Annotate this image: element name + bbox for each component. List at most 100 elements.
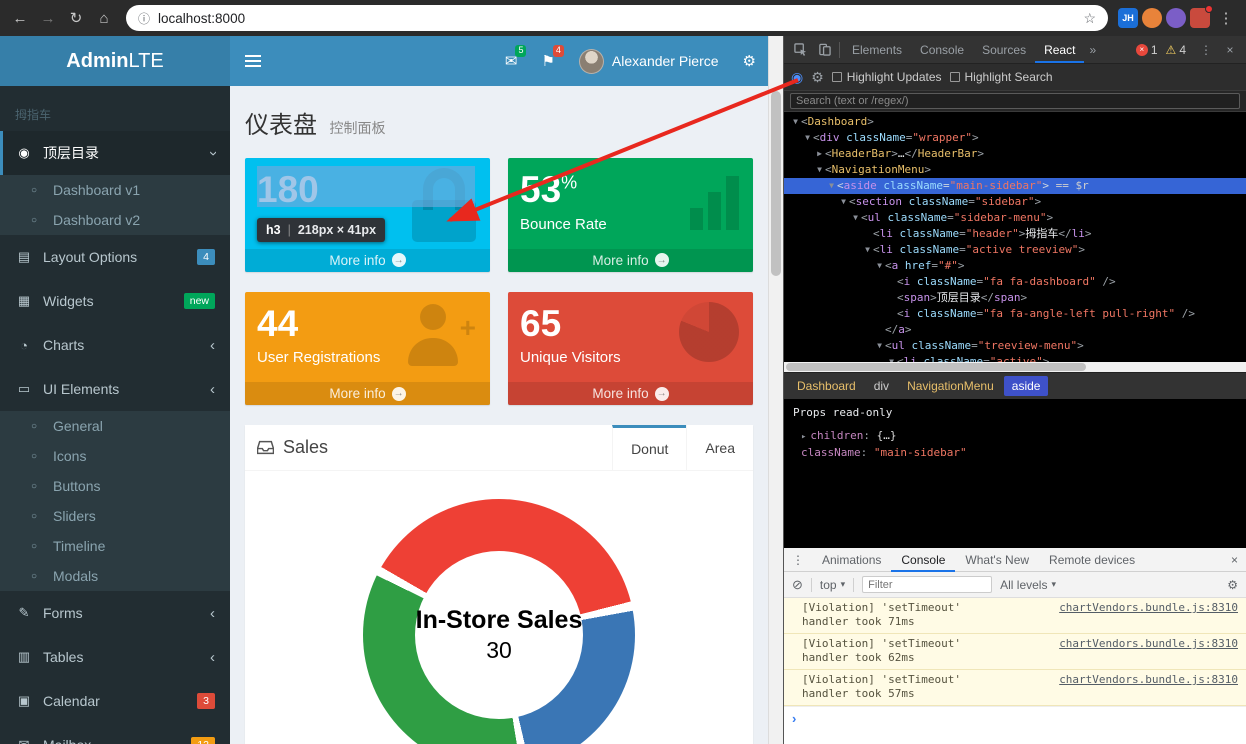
devtools-tab-elements[interactable]: Elements [843,36,911,63]
hscroll-thumb[interactable] [786,363,1086,371]
console-filter-input[interactable] [862,576,993,593]
console-tab-console[interactable]: Console [891,548,955,572]
console-prompt[interactable]: › [784,706,1246,730]
control-sidebar-toggle[interactable]: ⚙ [731,36,768,86]
sidebar-item-modals[interactable]: ○ Modals [0,561,230,591]
scrollbar-thumb[interactable] [771,91,781,276]
react-inspect-target-icon[interactable]: ◉ [791,69,803,86]
devtools-menu-icon[interactable]: ⋮ [1194,43,1218,57]
inspect-element-icon[interactable] [788,43,812,56]
react-tree-row[interactable]: ▼ < NavigationMenu > [784,162,1246,178]
highlight-updates-checkbox[interactable]: Highlight Updates [831,70,942,84]
drawer-close-icon[interactable]: × [1223,553,1246,567]
messages-menu[interactable]: ✉ 5 [493,36,530,86]
react-tree-row[interactable]: ▼ < a href = "#" > [784,258,1246,274]
sales-tab-area[interactable]: Area [686,425,753,471]
app-logo[interactable]: Admin LTE [0,36,230,86]
extension-purple-icon[interactable] [1166,8,1186,28]
url-bar[interactable]: ⓘ localhost:8000 ☆ [126,5,1108,31]
page-scrollbar[interactable] [768,36,783,744]
warning-count[interactable]: ⚠ 4 [1166,43,1186,57]
sales-tab-donut[interactable]: Donut [612,425,687,471]
reload-icon[interactable]: ↻ [64,9,88,27]
console-source-link[interactable]: chartVendors.bundle.js:8310 [1059,673,1238,687]
devtools-tab-sources[interactable]: Sources [973,36,1035,63]
notifications-menu[interactable]: ⚑ 4 [529,36,566,86]
more-info-link[interactable]: More info → [245,382,490,406]
sidebar-item-mailbox[interactable]: ✉ Mailbox 12 [0,723,230,744]
console-settings-icon[interactable]: ⚙ [1227,578,1238,592]
react-tree-row[interactable]: ▼ < section className = "sidebar" > [784,194,1246,210]
home-icon[interactable]: ⌂ [92,10,116,27]
context-selector[interactable]: top ▾ [820,578,845,592]
donut-center-label: In-Store Sales [415,606,583,635]
sidebar-item-charts[interactable]: ◔ Charts ‹ [0,323,230,367]
react-tree-row[interactable]: ▼ < aside className = "main-sidebar" > == $r [784,178,1246,194]
extension-orange-icon[interactable] [1142,8,1162,28]
more-info-link[interactable]: More info → [508,382,753,406]
sidebar-item-buttons[interactable]: ○ Buttons [0,471,230,501]
sidebar-item-dashboard-v2[interactable]: ○ Dashboard v2 [0,205,230,235]
site-info-icon[interactable]: ⓘ [138,10,150,27]
sidebar-item-tables[interactable]: ▥ Tables ‹ [0,635,230,679]
sidebar-item-timeline[interactable]: ○ Timeline [0,531,230,561]
devtools-tab-react[interactable]: React [1035,36,1084,63]
extension-grid-icon[interactable] [1190,5,1213,28]
log-level-selector[interactable]: All levels ▾ [1000,578,1056,592]
react-tree-row[interactable]: ▶ < HeaderBar >… </HeaderBar > [784,146,1246,162]
drawer-menu-icon[interactable]: ⋮ [784,553,812,567]
sidebar-item-icons[interactable]: ○ Icons [0,441,230,471]
highlight-search-checkbox[interactable]: Highlight Search [949,70,1053,84]
react-tree-row[interactable]: < li className = "header" > 拇指车 </li > [784,226,1246,242]
more-info-link[interactable]: More info → [245,248,490,272]
react-settings-gear-icon[interactable]: ⚙ [811,69,824,86]
more-info-link[interactable]: More info → [508,248,753,272]
react-toolbar: ◉ ⚙ Highlight Updates Highlight Search [784,63,1246,90]
react-tree-row[interactable]: ▼ < ul className = "sidebar-menu" > [784,210,1246,226]
extension-jh-icon[interactable]: JH [1118,8,1138,28]
react-tree-row[interactable]: ▼ < div className = "wrapper" > [784,130,1246,146]
console-source-link[interactable]: chartVendors.bundle.js:8310 [1059,601,1238,615]
sidebar-item-dashboard-v1[interactable]: ○ Dashboard v1 [0,175,230,205]
sidebar-item-sliders[interactable]: ○ Sliders [0,501,230,531]
sidebar-toggle-button[interactable] [230,36,276,86]
bookmark-star-icon[interactable]: ☆ [1083,10,1096,27]
breadcrumb-item-dashboard[interactable]: Dashboard [789,376,864,396]
user-menu[interactable]: Alexander Pierce [567,48,731,74]
back-icon[interactable]: ← [8,10,32,27]
browser-menu-icon[interactable]: ⋮ [1214,9,1238,27]
react-tree-row[interactable]: < span > 顶层目录 </span > [784,290,1246,306]
device-toolbar-icon[interactable] [812,43,836,56]
react-tree-row[interactable]: < i className = "fa fa-dashboard" /> [784,274,1246,290]
react-tree-row[interactable]: ▼ < ul className = "treeview-menu" > [784,338,1246,354]
error-count[interactable]: × 1 [1135,43,1158,57]
console-tab-animations[interactable]: Animations [812,548,891,572]
prop-row[interactable]: ▸ children: {…} [793,427,1237,444]
sidebar-item-ui-elements[interactable]: ▭ UI Elements ‹ [0,367,230,411]
breadcrumb-item-navigationmenu[interactable]: NavigationMenu [899,376,1002,396]
react-tree-row[interactable]: </a > [784,322,1246,338]
react-tree-row[interactable]: ▼ < li className = "active treeview" > [784,242,1246,258]
breadcrumb-item-div[interactable]: div [866,376,897,396]
react-tree-row[interactable]: ▼ < li className = "active" > [784,354,1246,362]
tree-horizontal-scrollbar[interactable] [784,362,1246,372]
console-tab-remote-devices[interactable]: Remote devices [1039,548,1145,572]
sidebar-item-top-menu[interactable]: ◉ 顶层目录 ‹ [0,131,230,175]
console-source-link[interactable]: chartVendors.bundle.js:8310 [1059,637,1238,651]
devtools-close-icon[interactable]: × [1218,43,1242,57]
sidebar-item-calendar[interactable]: ▣ Calendar 3 [0,679,230,723]
sidebar-item-layout-options[interactable]: ▤ Layout Options 4 [0,235,230,279]
clear-console-icon[interactable]: ⊘ [792,577,803,593]
devtools-tab-console[interactable]: Console [911,36,973,63]
console-tab-what-s-new[interactable]: What's New [955,548,1039,572]
sidebar-item-widgets[interactable]: ▦ Widgets new [0,279,230,323]
sidebar-item-forms[interactable]: ✎ Forms ‹ [0,591,230,635]
more-tabs-icon[interactable]: » [1084,43,1101,57]
react-tree-row[interactable]: ▼ < Dashboard > [784,114,1246,130]
prop-row[interactable]: className: "main-sidebar" [793,444,1237,461]
react-tree-row[interactable]: < i className = "fa fa-angle-left pull-righ… [784,306,1246,322]
forward-icon[interactable]: → [36,10,60,27]
breadcrumb-item-aside[interactable]: aside [1003,375,1049,396]
react-search-input[interactable] [790,93,1240,109]
sidebar-item-general[interactable]: ○ General [0,411,230,441]
